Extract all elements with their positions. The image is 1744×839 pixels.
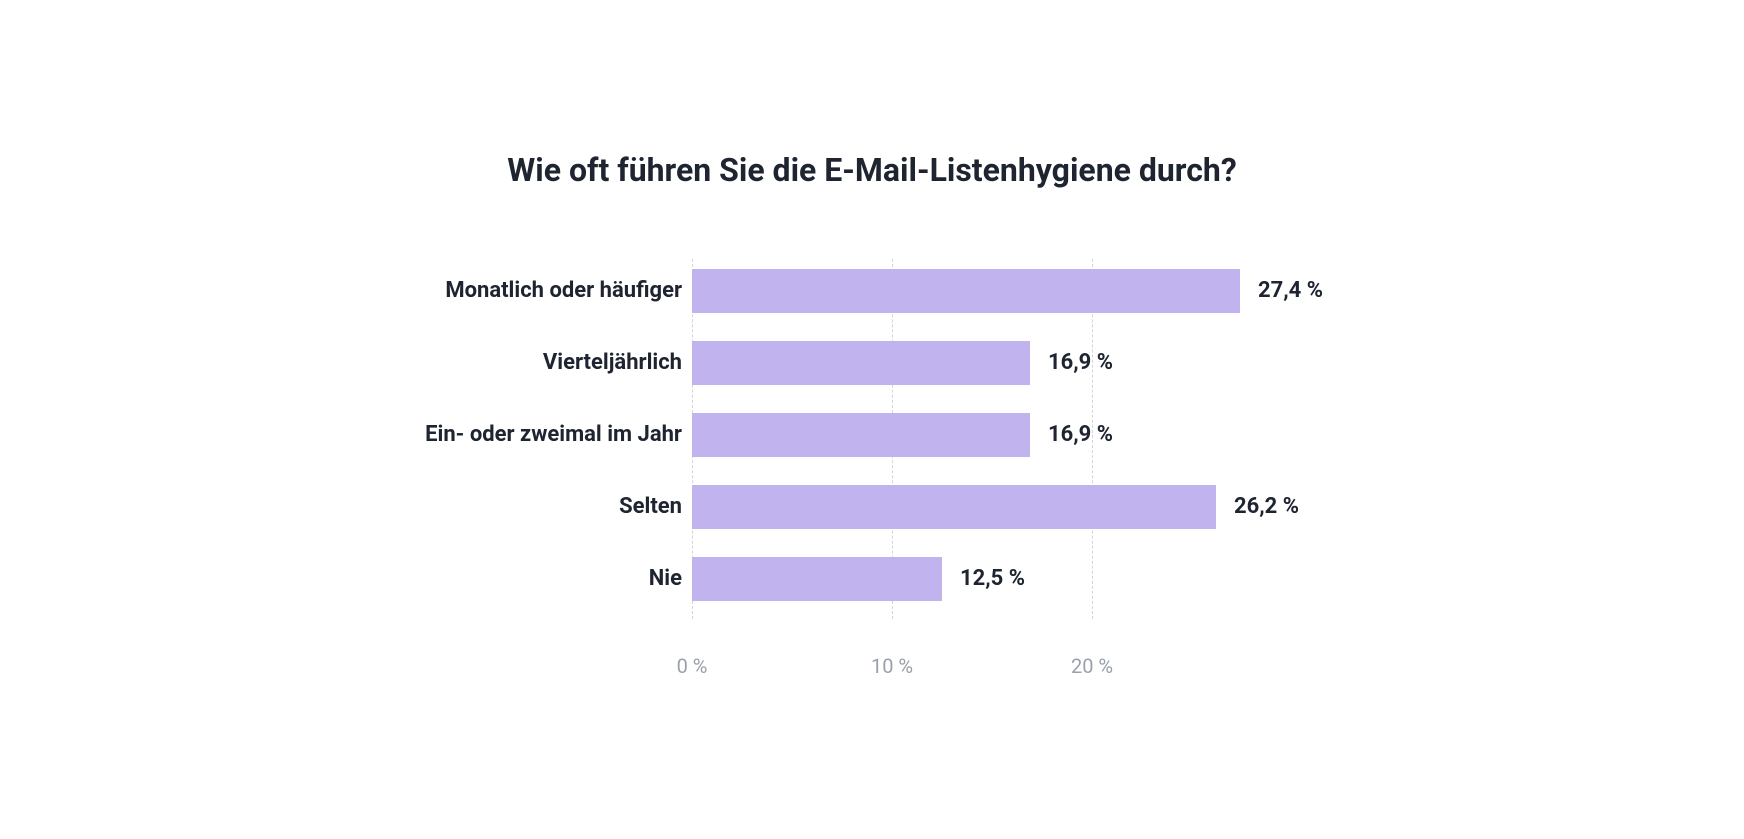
chart-row: Nie 12,5 % xyxy=(372,557,1372,601)
chart-row: Ein- oder zweimal im Jahr 16,9 % xyxy=(372,413,1372,457)
x-tick-label: 0 % xyxy=(677,654,708,678)
bar-chart: Wie oft führen Sie die E-Mail-Listenhygi… xyxy=(372,151,1372,689)
value-label: 16,9 % xyxy=(1048,422,1113,447)
chart-title: Wie oft führen Sie die E-Mail-Listenhygi… xyxy=(372,151,1372,189)
chart-row: Selten 26,2 % xyxy=(372,485,1372,529)
bar xyxy=(692,557,942,601)
category-label: Ein- oder zweimal im Jahr xyxy=(425,422,682,447)
chart-row: Monatlich oder häufiger 27,4 % xyxy=(372,269,1372,313)
x-tick-label: 20 % xyxy=(1071,654,1113,678)
value-label: 12,5 % xyxy=(960,566,1025,591)
category-label: Vierteljährlich xyxy=(543,350,682,375)
bar xyxy=(692,485,1216,529)
category-label: Selten xyxy=(619,494,682,519)
x-tick-label: 10 % xyxy=(871,654,913,678)
bar xyxy=(692,413,1030,457)
bar xyxy=(692,269,1240,313)
bar xyxy=(692,341,1030,385)
category-label: Nie xyxy=(649,566,682,591)
value-label: 27,4 % xyxy=(1258,278,1323,303)
plot-area: Monatlich oder häufiger 27,4 % Vierteljähr… xyxy=(372,259,1372,689)
category-label: Monatlich oder häufiger xyxy=(445,278,682,303)
value-label: 26,2 % xyxy=(1234,494,1299,519)
chart-row: Vierteljährlich 16,9 % xyxy=(372,341,1372,385)
value-label: 16,9 % xyxy=(1048,350,1113,375)
